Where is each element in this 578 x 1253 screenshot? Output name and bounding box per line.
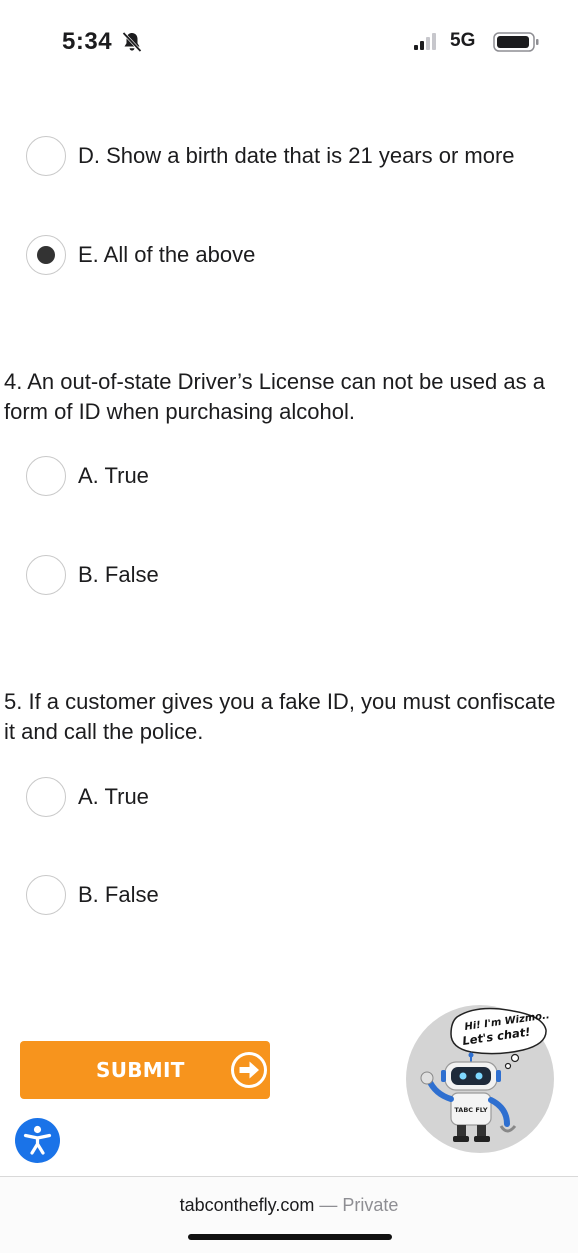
radio-button[interactable] bbox=[26, 136, 66, 176]
option-label: B. False bbox=[78, 882, 159, 907]
status-bar: 5:34 5G bbox=[0, 0, 578, 90]
url-domain: tabconthefly.com bbox=[179, 1195, 315, 1215]
radio-button-selected[interactable] bbox=[26, 235, 66, 275]
arrow-right-icon bbox=[231, 1052, 267, 1088]
option-q3-d[interactable]: D. Show a birth date that is 21 years or… bbox=[26, 134, 515, 178]
robot-mascot-icon: Hi! I'm Wizmo.. Let's chat! TABC FLY bbox=[406, 1005, 554, 1153]
option-q3-e[interactable]: E. All of the above bbox=[26, 233, 255, 277]
option-q4-b[interactable]: B. False bbox=[26, 553, 159, 597]
submit-button[interactable]: SUBMIT bbox=[20, 1041, 270, 1099]
radio-button[interactable] bbox=[26, 875, 66, 915]
status-time: 5:34 bbox=[62, 28, 113, 55]
radio-button[interactable] bbox=[26, 555, 66, 595]
home-indicator[interactable] bbox=[188, 1234, 392, 1240]
browser-bottom-bar: tabconthefly.com — Private bbox=[0, 1176, 578, 1253]
option-q5-b[interactable]: B. False bbox=[26, 873, 159, 917]
radio-button[interactable] bbox=[26, 456, 66, 496]
network-label: 5G bbox=[450, 30, 476, 51]
radio-button[interactable] bbox=[26, 777, 66, 817]
bell-slash-icon bbox=[122, 31, 142, 53]
battery-icon bbox=[493, 32, 539, 52]
robot-badge-text: TABC FLY bbox=[454, 1106, 488, 1114]
question-4-text: 4. An out-of-state Driver’s License can … bbox=[4, 369, 545, 424]
option-label: B. False bbox=[78, 562, 159, 587]
url-bar[interactable]: tabconthefly.com — Private bbox=[0, 1195, 578, 1216]
option-label: E. All of the above bbox=[78, 242, 256, 267]
accessibility-button[interactable] bbox=[15, 1118, 60, 1163]
chat-widget[interactable]: Hi! I'm Wizmo.. Let's chat! TABC FLY bbox=[405, 1004, 555, 1154]
url-privacy-label: — Private bbox=[319, 1195, 399, 1215]
option-q5-a[interactable]: A. True bbox=[26, 775, 149, 819]
option-q4-a[interactable]: A. True bbox=[26, 454, 149, 498]
submit-label: SUBMIT bbox=[96, 1058, 185, 1082]
option-label: D. Show a birth date that is 21 years or… bbox=[78, 143, 515, 168]
question-5-text: 5. If a customer gives you a fake ID, yo… bbox=[4, 689, 556, 744]
option-label: A. True bbox=[78, 784, 149, 809]
accessibility-icon bbox=[23, 1125, 52, 1155]
cellular-signal-icon bbox=[414, 33, 436, 50]
option-label: A. True bbox=[78, 463, 149, 488]
